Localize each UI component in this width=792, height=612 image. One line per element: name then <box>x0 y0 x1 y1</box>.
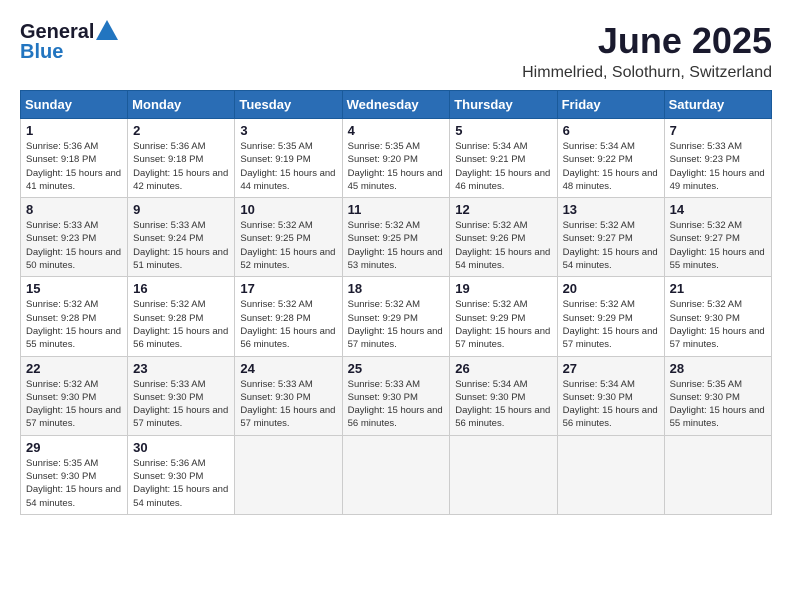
empty-cell-4 <box>557 435 664 514</box>
day-14: 14 Sunrise: 5:32 AMSunset: 9:27 PMDaylig… <box>664 198 771 277</box>
header-thursday: Thursday <box>450 91 557 119</box>
week-row-2: 8 Sunrise: 5:33 AMSunset: 9:23 PMDayligh… <box>21 198 772 277</box>
day-9: 9 Sunrise: 5:33 AMSunset: 9:24 PMDayligh… <box>128 198 235 277</box>
header-friday: Friday <box>557 91 664 119</box>
day-3: 3 Sunrise: 5:35 AMSunset: 9:19 PMDayligh… <box>235 119 342 198</box>
day-8: 8 Sunrise: 5:33 AMSunset: 9:23 PMDayligh… <box>21 198 128 277</box>
day-4: 4 Sunrise: 5:35 AMSunset: 9:20 PMDayligh… <box>342 119 450 198</box>
header-tuesday: Tuesday <box>235 91 342 119</box>
day-24: 24 Sunrise: 5:33 AMSunset: 9:30 PMDaylig… <box>235 356 342 435</box>
day-1: 1 Sunrise: 5:36 AMSunset: 9:18 PMDayligh… <box>21 119 128 198</box>
day-17: 17 Sunrise: 5:32 AMSunset: 9:28 PMDaylig… <box>235 277 342 356</box>
day-12: 12 Sunrise: 5:32 AMSunset: 9:26 PMDaylig… <box>450 198 557 277</box>
day-5: 5 Sunrise: 5:34 AMSunset: 9:21 PMDayligh… <box>450 119 557 198</box>
logo-icon <box>96 20 118 40</box>
week-row-1: 1 Sunrise: 5:36 AMSunset: 9:18 PMDayligh… <box>21 119 772 198</box>
month-title: June 2025 <box>522 20 772 62</box>
weekday-header-row: Sunday Monday Tuesday Wednesday Thursday… <box>21 91 772 119</box>
page-header: General Blue June 2025 Himmelried, Solot… <box>20 20 772 82</box>
day-22: 22 Sunrise: 5:32 AMSunset: 9:30 PMDaylig… <box>21 356 128 435</box>
day-25: 25 Sunrise: 5:33 AMSunset: 9:30 PMDaylig… <box>342 356 450 435</box>
day-11: 11 Sunrise: 5:32 AMSunset: 9:25 PMDaylig… <box>342 198 450 277</box>
day-13: 13 Sunrise: 5:32 AMSunset: 9:27 PMDaylig… <box>557 198 664 277</box>
header-saturday: Saturday <box>664 91 771 119</box>
day-21: 21 Sunrise: 5:32 AMSunset: 9:30 PMDaylig… <box>664 277 771 356</box>
day-19: 19 Sunrise: 5:32 AMSunset: 9:29 PMDaylig… <box>450 277 557 356</box>
week-row-3: 15 Sunrise: 5:32 AMSunset: 9:28 PMDaylig… <box>21 277 772 356</box>
empty-cell-3 <box>450 435 557 514</box>
day-28: 28 Sunrise: 5:35 AMSunset: 9:30 PMDaylig… <box>664 356 771 435</box>
week-row-4: 22 Sunrise: 5:32 AMSunset: 9:30 PMDaylig… <box>21 356 772 435</box>
day-16: 16 Sunrise: 5:32 AMSunset: 9:28 PMDaylig… <box>128 277 235 356</box>
day-6: 6 Sunrise: 5:34 AMSunset: 9:22 PMDayligh… <box>557 119 664 198</box>
day-20: 20 Sunrise: 5:32 AMSunset: 9:29 PMDaylig… <box>557 277 664 356</box>
day-2: 2 Sunrise: 5:36 AMSunset: 9:18 PMDayligh… <box>128 119 235 198</box>
header-wednesday: Wednesday <box>342 91 450 119</box>
day-10: 10 Sunrise: 5:32 AMSunset: 9:25 PMDaylig… <box>235 198 342 277</box>
calendar-table: Sunday Monday Tuesday Wednesday Thursday… <box>20 90 772 515</box>
day-30: 30 Sunrise: 5:36 AMSunset: 9:30 PMDaylig… <box>128 435 235 514</box>
day-27: 27 Sunrise: 5:34 AMSunset: 9:30 PMDaylig… <box>557 356 664 435</box>
empty-cell-5 <box>664 435 771 514</box>
day-15: 15 Sunrise: 5:32 AMSunset: 9:28 PMDaylig… <box>21 277 128 356</box>
logo-blue: Blue <box>20 41 63 64</box>
location-title: Himmelried, Solothurn, Switzerland <box>522 64 772 82</box>
day-23: 23 Sunrise: 5:33 AMSunset: 9:30 PMDaylig… <box>128 356 235 435</box>
day-29: 29 Sunrise: 5:35 AMSunset: 9:30 PMDaylig… <box>21 435 128 514</box>
empty-cell-1 <box>235 435 342 514</box>
header-sunday: Sunday <box>21 91 128 119</box>
logo: General Blue <box>20 20 118 64</box>
title-area: June 2025 Himmelried, Solothurn, Switzer… <box>522 20 772 82</box>
day-26: 26 Sunrise: 5:34 AMSunset: 9:30 PMDaylig… <box>450 356 557 435</box>
week-row-5: 29 Sunrise: 5:35 AMSunset: 9:30 PMDaylig… <box>21 435 772 514</box>
day-7: 7 Sunrise: 5:33 AMSunset: 9:23 PMDayligh… <box>664 119 771 198</box>
day-18: 18 Sunrise: 5:32 AMSunset: 9:29 PMDaylig… <box>342 277 450 356</box>
empty-cell-2 <box>342 435 450 514</box>
header-monday: Monday <box>128 91 235 119</box>
